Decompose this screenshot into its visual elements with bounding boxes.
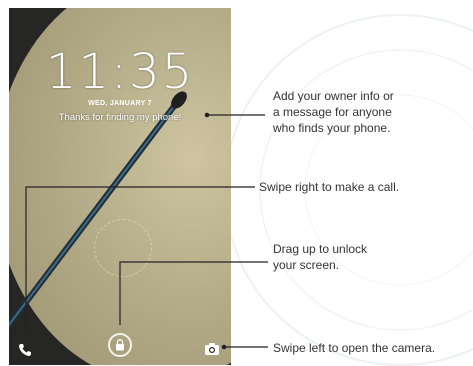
camera-icon[interactable] bbox=[204, 342, 220, 356]
callout-drag-unlock: Drag up to unlock your screen. bbox=[273, 242, 368, 272]
lock-icon bbox=[116, 339, 124, 351]
unlock-button[interactable] bbox=[108, 333, 132, 357]
phone-icon[interactable] bbox=[17, 342, 33, 358]
callout-swipe-camera: Swipe left to open the camera. bbox=[273, 341, 436, 355]
lockscreen-date: WED, JANUARY 7 bbox=[88, 100, 152, 107]
lockscreen-clock: 11:35 bbox=[45, 44, 195, 100]
unlock-target-ring bbox=[94, 219, 152, 277]
phone-lockscreen: 11:35 WED, JANUARY 7 Thanks for finding … bbox=[9, 8, 231, 365]
owner-message[interactable]: Thanks for finding my phone! bbox=[9, 112, 231, 123]
callout-swipe-call: Swipe right to make a call. bbox=[259, 180, 400, 194]
callout-owner-info: Add your owner info or a message for any… bbox=[273, 89, 394, 135]
